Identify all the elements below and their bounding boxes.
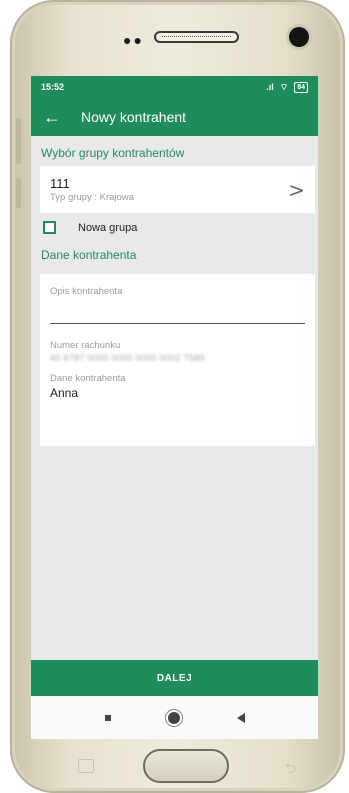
bixby-button (16, 178, 21, 208)
group-selector[interactable]: 111 Typ grupy : Krajowa > (40, 166, 315, 213)
status-icons: .ıl ⌔ 84 (266, 81, 308, 93)
new-group-label: Nowa grupa (78, 221, 138, 234)
new-group-option[interactable]: Nowa grupa (31, 213, 318, 238)
hardware-recents-icon (78, 759, 94, 773)
front-camera (289, 27, 309, 47)
next-button[interactable]: DALEJ (31, 660, 318, 696)
account-number: 40 8787 0000 0000 0000 0002 7589 (50, 353, 205, 363)
group-number: 111 (50, 176, 70, 191)
chevron-right-icon[interactable]: > (288, 178, 305, 202)
volume-button (16, 118, 21, 164)
back-triangle-icon[interactable] (236, 712, 245, 723)
hardware-home-button (143, 749, 229, 783)
page-title: Nowy kontrahent (81, 109, 187, 125)
status-bar: 15:52 .ıl ⌔ 84 (31, 76, 318, 98)
group-section-title: Wybór grupy kontrahentów (41, 146, 185, 160)
home-icon[interactable] (167, 711, 180, 724)
arrow-left-icon[interactable]: ← (43, 107, 73, 128)
group-type: Typ grupy : Krajowa (50, 192, 134, 203)
wifi-icon: ⌔ (279, 81, 289, 92)
details-section-title: Dane kontrahenta (41, 248, 137, 262)
earpiece-speaker (154, 31, 239, 43)
details-form: Opis kontrahenta Numer rachunku 40 8787 … (40, 274, 315, 446)
signal-icon: .ıl (266, 82, 274, 92)
hardware-back-icon: ⮌ (285, 760, 297, 776)
group-row[interactable]: 111 Typ grupy : Krajowa > (40, 166, 315, 213)
app-screen: 15:52 .ıl ⌔ 84 ← Nowy kontrahent Wybór g… (31, 76, 318, 739)
status-time: 15:52 (41, 82, 65, 92)
name-value: Anna (50, 386, 79, 400)
sensor-dots: ●● (123, 32, 144, 48)
account-label: Numer rachunku (50, 340, 121, 351)
new-group-checkbox[interactable] (43, 221, 56, 234)
description-field[interactable] (50, 323, 305, 324)
name-label: Dane kontrahenta (50, 373, 126, 384)
group-info: 111 Typ grupy : Krajowa (50, 176, 134, 203)
recents-icon[interactable] (104, 714, 111, 721)
description-placeholder[interactable]: Opis kontrahenta (50, 286, 305, 297)
battery-icon: 84 (294, 81, 308, 93)
app-bar: ← Nowy kontrahent (31, 98, 318, 136)
android-nav-bar (31, 696, 318, 739)
